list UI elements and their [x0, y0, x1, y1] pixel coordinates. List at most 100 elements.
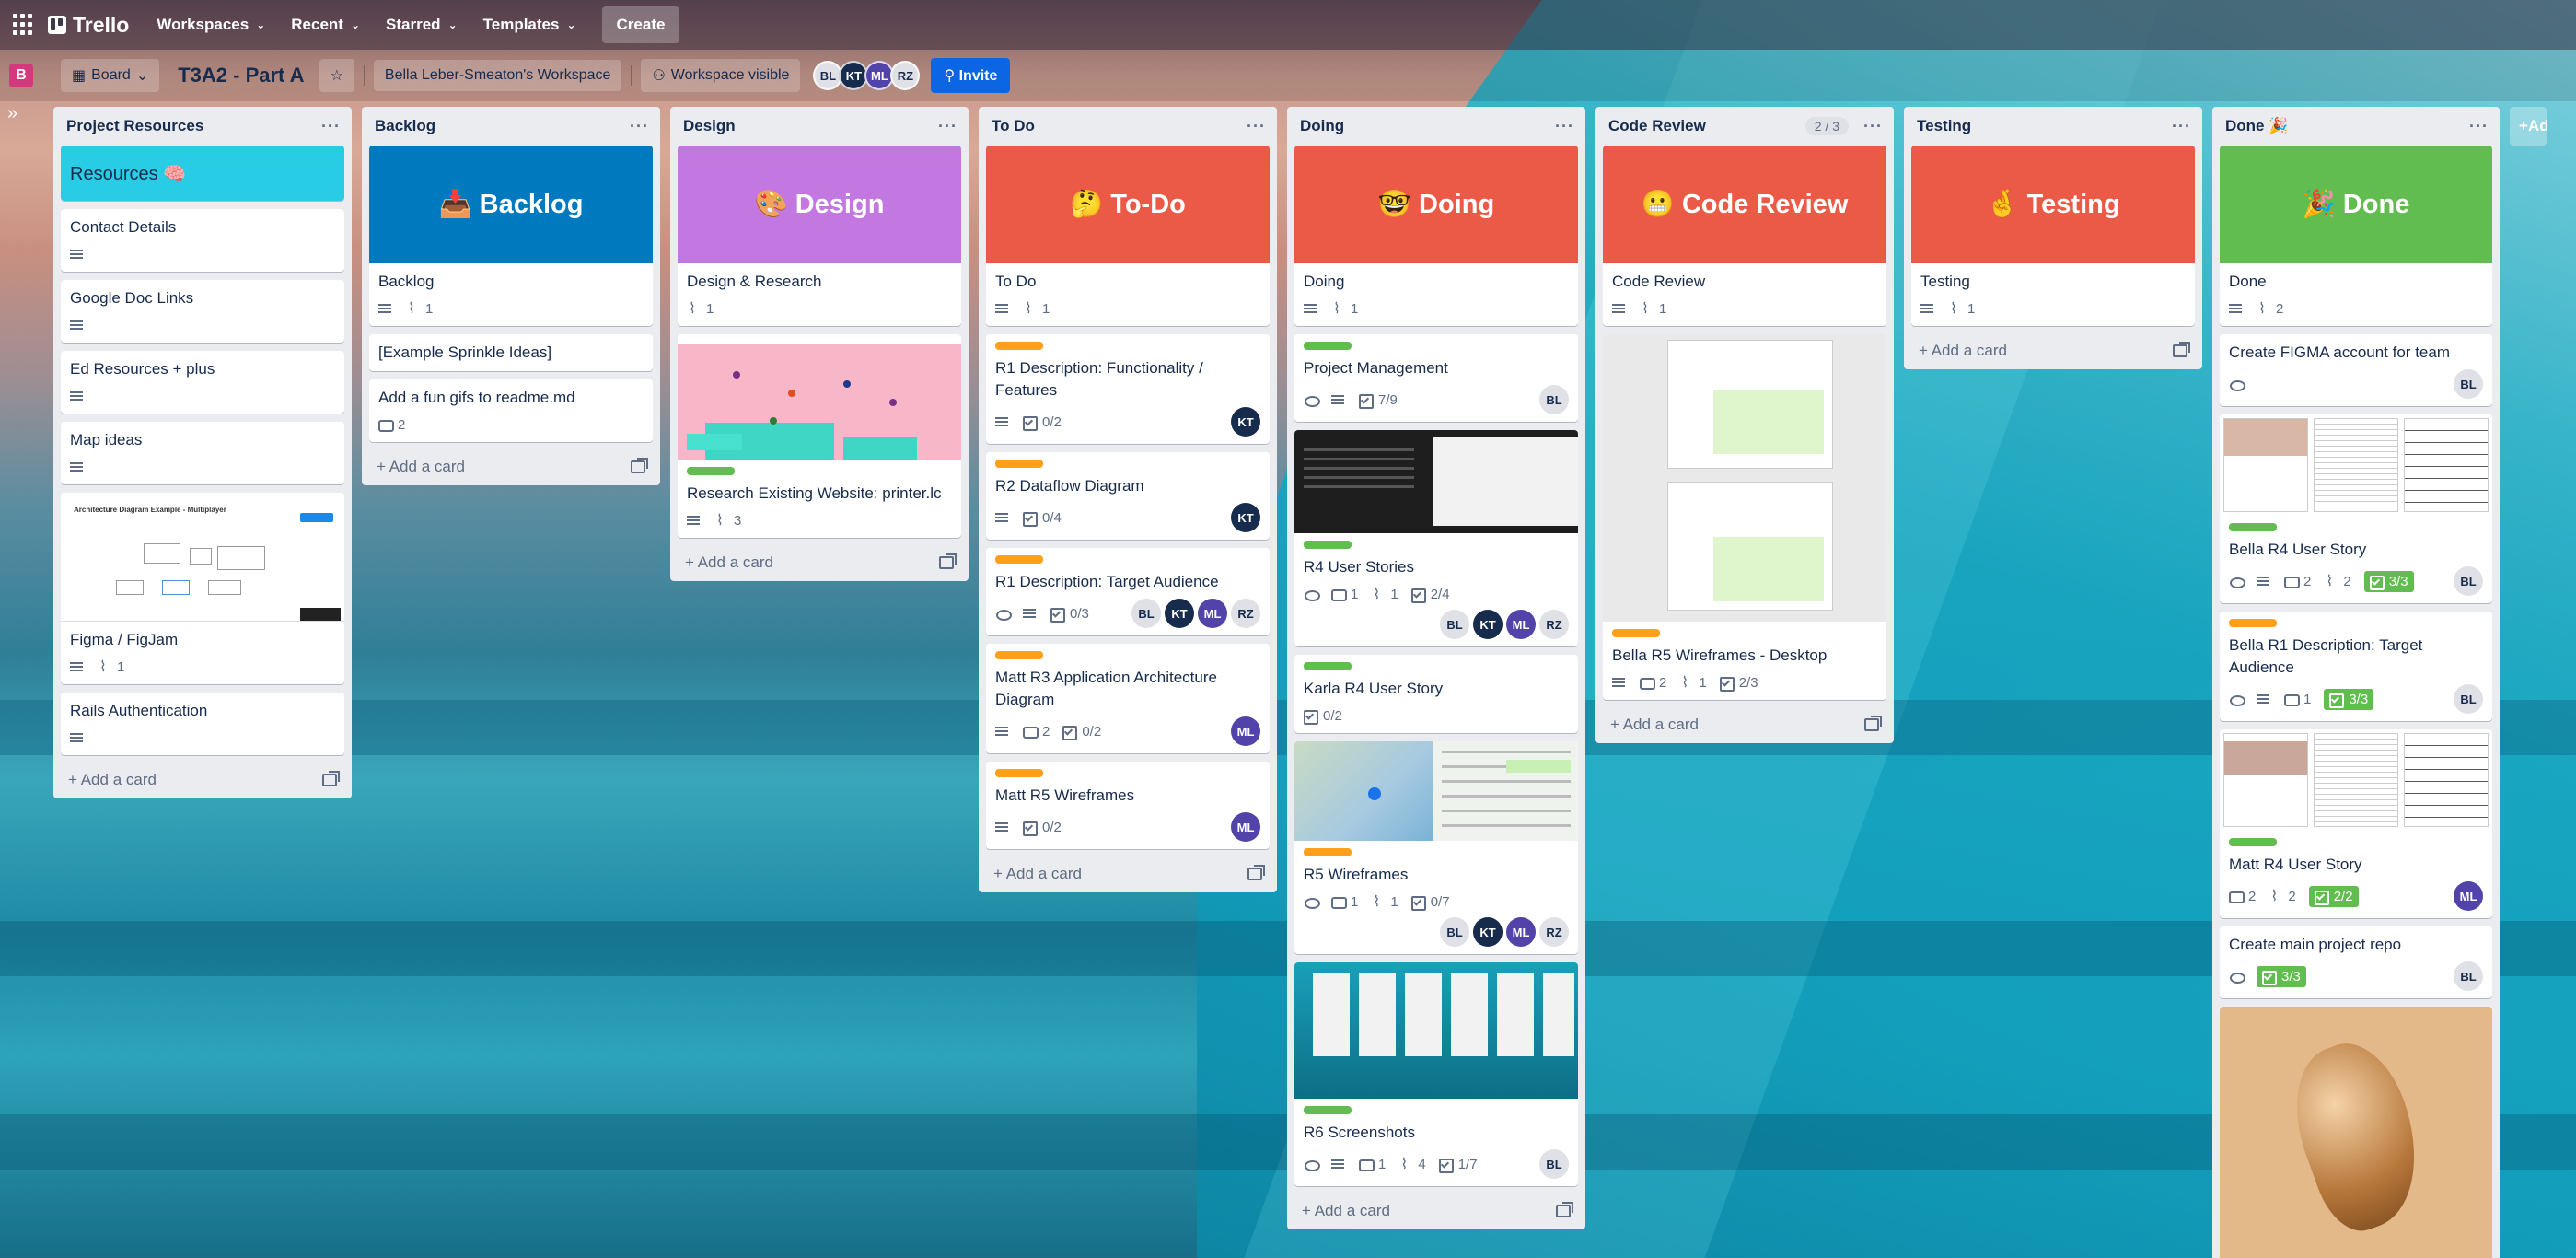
card[interactable]: Architecture Diagram Example - Multiplay… — [61, 493, 344, 684]
expand-sidebar-icon[interactable]: » — [7, 103, 17, 124]
avatar[interactable]: BL — [1131, 599, 1161, 628]
card[interactable]: Map ideas — [61, 422, 344, 484]
template-icon[interactable] — [631, 458, 648, 473]
card[interactable]: Matt R4 User Story 22 2/2 ML — [2220, 729, 2492, 918]
add-card-button[interactable]: + Add a card — [1911, 334, 2195, 362]
nav-workspaces[interactable]: Workspaces ⌄ — [157, 16, 265, 34]
card[interactable]: 🤔 To-Do To Do 1 — [986, 146, 1270, 326]
card[interactable]: Contact Details — [61, 209, 344, 272]
nav-templates[interactable]: Templates ⌄ — [483, 16, 576, 34]
card[interactable]: Bella R5 Wireframes - Desktop 21 2/3 — [1603, 334, 1886, 700]
avatar[interactable]: BL — [1539, 1149, 1569, 1179]
card[interactable]: Project Management 7/9 BL — [1294, 334, 1578, 422]
board-view-switcher[interactable]: ▦ Board ⌄ — [61, 59, 160, 92]
card[interactable]: Bella R4 User Story 22 3/3 BL — [2220, 414, 2492, 603]
avatar[interactable]: BL — [1440, 610, 1469, 639]
card[interactable]: 🤓 Doing Doing 1 — [1294, 146, 1578, 326]
list-title[interactable]: Testing — [1917, 117, 1971, 135]
avatar[interactable]: RZ — [1539, 917, 1569, 947]
card[interactable]: 🎨 Design Design & Research 1 — [678, 146, 961, 326]
card[interactable]: [Example Sprinkle Ideas] — [369, 334, 653, 371]
card[interactable]: R6 Screenshots 14 1/7 BL — [1294, 962, 1578, 1186]
card[interactable]: Karla R4 User Story 0/2 — [1294, 655, 1578, 733]
nav-starred[interactable]: Starred ⌄ — [386, 16, 458, 34]
card[interactable]: 😬 Code Review Code Review 1 — [1603, 146, 1886, 326]
card[interactable]: Matt R5 Wireframes 0/2 ML — [986, 762, 1270, 849]
avatar[interactable]: BL — [1440, 917, 1469, 947]
avatar[interactable]: BL — [2454, 369, 2483, 399]
more-icon[interactable]: ··· — [321, 117, 341, 136]
avatar[interactable]: BL — [1539, 385, 1569, 414]
add-card-button[interactable]: + Add a card — [1603, 708, 1886, 736]
more-icon[interactable]: ··· — [938, 117, 957, 136]
card[interactable]: R1 Description: Target Audience 0/3 BL KT… — [986, 548, 1270, 635]
avatar[interactable]: ML — [2454, 881, 2483, 911]
list-title[interactable]: Code Review — [1608, 117, 1706, 135]
avatar[interactable]: ML — [1198, 599, 1227, 628]
card[interactable]: 🎉 Done Done 2 — [2220, 146, 2492, 326]
card[interactable]: 🤞 Testing Testing 1 — [1911, 146, 2195, 326]
card[interactable]: Ed Resources + plus — [61, 351, 344, 414]
more-icon[interactable]: ··· — [1247, 117, 1266, 136]
avatar[interactable]: BL — [2454, 684, 2483, 714]
avatar[interactable]: KT — [1165, 599, 1194, 628]
add-card-button[interactable]: + Add a card — [986, 857, 1270, 885]
avatar[interactable]: RZ — [1231, 599, 1260, 628]
card[interactable]: Rails Authentication — [61, 693, 344, 755]
trello-logo[interactable]: Trello — [48, 13, 129, 38]
list-title[interactable]: Design — [683, 117, 736, 135]
more-icon[interactable]: ··· — [1555, 117, 1574, 136]
avatar[interactable]: ML — [1231, 716, 1260, 746]
invite-button[interactable]: ⚲ Invite — [931, 58, 1011, 93]
template-icon[interactable] — [2173, 342, 2190, 357]
avatar[interactable]: KT — [1473, 917, 1503, 947]
template-icon[interactable] — [322, 771, 340, 786]
avatar[interactable]: KT — [1231, 407, 1260, 437]
avatar[interactable]: KT — [1473, 610, 1503, 639]
avatar[interactable]: ML — [1231, 812, 1260, 842]
card[interactable]: 📥 Backlog Backlog 1 — [369, 146, 653, 326]
list-title[interactable]: Project Resources — [66, 117, 203, 135]
card[interactable]: R4 User Stories 11 2/4 BLKTMLRZ — [1294, 430, 1578, 646]
more-icon[interactable]: ··· — [2172, 117, 2191, 136]
app-switcher-icon[interactable] — [13, 14, 35, 36]
star-board-button[interactable]: ☆ — [319, 59, 354, 92]
card[interactable] — [2220, 1007, 2492, 1258]
avatar[interactable]: BL — [2454, 566, 2483, 596]
more-icon[interactable]: ··· — [630, 117, 649, 136]
visibility-button[interactable]: ⚇ Workspace visible — [641, 59, 801, 92]
card[interactable]: R2 Dataflow Diagram 0/4 KT — [986, 452, 1270, 540]
avatar[interactable]: RZ — [1539, 610, 1569, 639]
template-icon[interactable] — [1864, 716, 1882, 731]
add-card-button[interactable]: + Add a card — [678, 546, 961, 574]
add-card-button[interactable]: + Add a card — [369, 450, 653, 478]
nav-recent[interactable]: Recent ⌄ — [291, 16, 360, 34]
board-title[interactable]: T3A2 - Part A — [178, 64, 304, 87]
add-list-button[interactable]: + Add another list — [2510, 107, 2547, 146]
card[interactable]: Create FIGMA account for team BL — [2220, 334, 2492, 406]
avatar[interactable]: KT — [1231, 503, 1260, 532]
template-icon[interactable] — [939, 553, 957, 569]
card[interactable]: Create main project repo 3/3 BL — [2220, 926, 2492, 998]
list-title[interactable]: Doing — [1300, 117, 1344, 135]
card[interactable]: Add a fun gifs to readme.md 2 — [369, 379, 653, 442]
workspace-button[interactable]: Bella Leber-Smeaton's Workspace — [373, 60, 622, 91]
avatar[interactable]: BL — [2454, 961, 2483, 991]
more-icon[interactable]: ··· — [1863, 117, 1883, 136]
workspace-badge[interactable]: B — [9, 64, 33, 87]
avatar[interactable]: ML — [1506, 610, 1536, 639]
avatar[interactable]: RZ — [890, 61, 921, 90]
create-button[interactable]: Create — [601, 6, 680, 43]
card[interactable]: Resources 🧠 — [61, 146, 344, 201]
add-card-button[interactable]: + Add a card — [1294, 1194, 1578, 1222]
list-title[interactable]: To Do — [992, 117, 1035, 135]
avatar[interactable]: ML — [1506, 917, 1536, 947]
card[interactable]: Research Existing Website: printer.lc 3 — [678, 334, 961, 538]
card[interactable]: R1 Description: Functionality / Features… — [986, 334, 1270, 444]
card[interactable]: Google Doc Links — [61, 280, 344, 343]
template-icon[interactable] — [1247, 865, 1265, 880]
add-card-button[interactable]: + Add a card — [61, 763, 344, 791]
card[interactable]: Matt R3 Application Architecture Diagram… — [986, 644, 1270, 753]
template-icon[interactable] — [1556, 1202, 1573, 1217]
card[interactable]: R5 Wireframes 11 0/7 BLKTMLRZ — [1294, 741, 1578, 954]
